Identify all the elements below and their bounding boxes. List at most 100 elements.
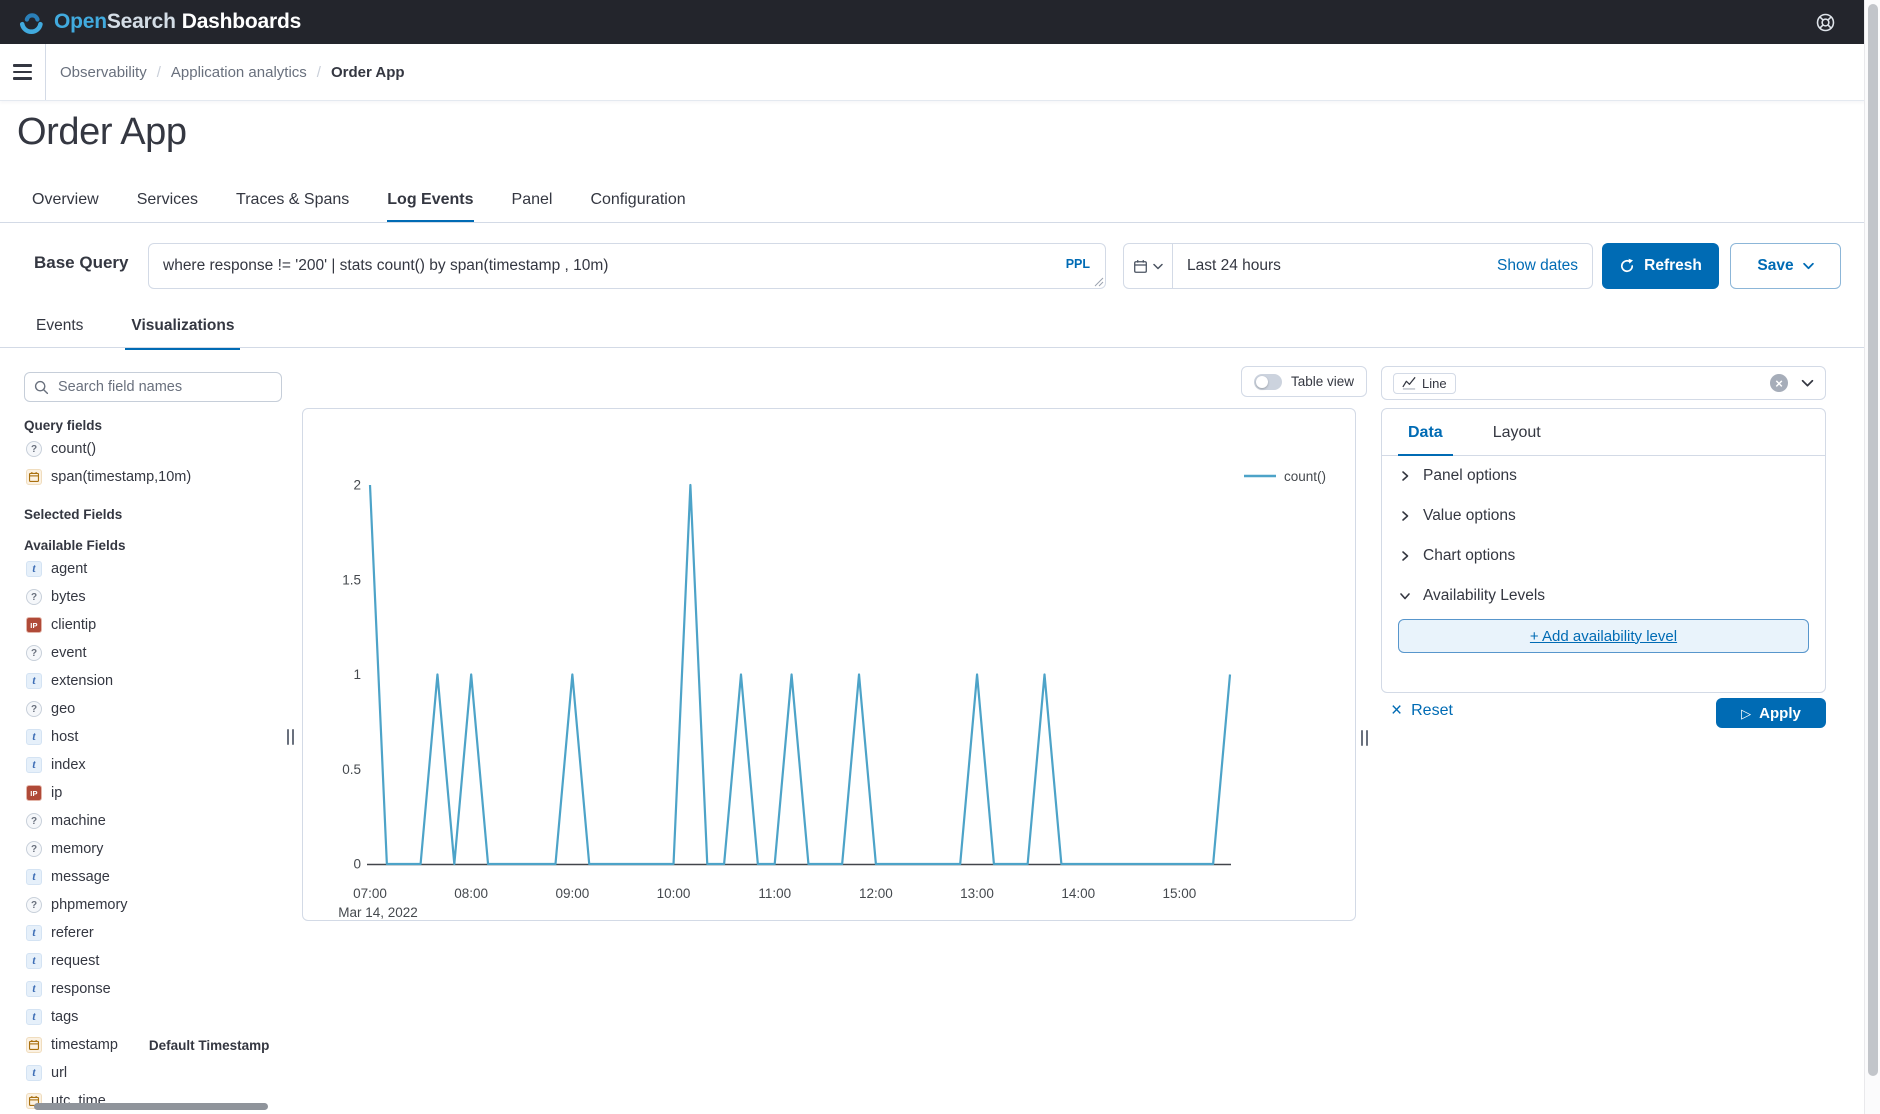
tab-services[interactable]: Services (137, 191, 198, 223)
accordion-value-options[interactable]: Value options (1398, 496, 1809, 536)
left-panel-resize-handle[interactable] (287, 729, 294, 745)
sub-tabs: Events Visualizations (30, 317, 240, 350)
breadcrumb-item-application-analytics[interactable]: Application analytics (171, 64, 307, 81)
field-name: index (51, 757, 86, 773)
tab-configuration[interactable]: Configuration (590, 191, 685, 223)
page-title: Order App (17, 111, 187, 154)
field-section-title: Query fields (24, 418, 282, 433)
table-view-toggle[interactable]: Table view (1241, 366, 1367, 397)
field-name: request (51, 953, 99, 969)
field-item-tags[interactable]: ttags (24, 1003, 282, 1031)
tab-overview[interactable]: Overview (32, 191, 99, 223)
field-name: referer (51, 925, 94, 941)
accordion-label: Value options (1423, 507, 1516, 525)
breadcrumb-item-observability[interactable]: Observability (60, 64, 147, 81)
field-item-index[interactable]: tindex (24, 751, 282, 779)
field-name: event (51, 645, 86, 661)
reset-button[interactable]: Reset (1391, 701, 1453, 721)
tab-traces-spans[interactable]: Traces & Spans (236, 191, 349, 223)
subtabs-divider (0, 347, 1864, 348)
breadcrumb-item-order-app: Order App (331, 64, 405, 81)
field-item-bytes[interactable]: ?bytes (24, 583, 282, 611)
svg-text:Mar 14, 2022: Mar 14, 2022 (338, 905, 418, 920)
field-name: memory (51, 841, 103, 857)
field-item-referer[interactable]: treferer (24, 919, 282, 947)
field-name: message (51, 869, 110, 885)
subtab-visualizations[interactable]: Visualizations (125, 317, 240, 350)
field-name: tags (51, 1009, 78, 1025)
field-item-host[interactable]: thost (24, 723, 282, 751)
time-range-value[interactable]: Last 24 hours (1173, 257, 1497, 275)
refresh-label: Refresh (1644, 257, 1702, 275)
refresh-button[interactable]: Refresh (1602, 243, 1719, 289)
field-item-clientip[interactable]: IPclientip (24, 611, 282, 639)
viz-type-select[interactable]: Line (1381, 366, 1826, 400)
field-item-url[interactable]: turl (24, 1059, 282, 1087)
config-tab-data[interactable]: Data (1398, 424, 1453, 456)
show-dates-button[interactable]: Show dates (1497, 257, 1592, 275)
chevron-down-icon[interactable] (1801, 379, 1814, 388)
field-item-agent[interactable]: tagent (24, 555, 282, 583)
field-name: response (51, 981, 111, 997)
breadcrumb: Observability/Application analytics/Orde… (60, 64, 405, 81)
field-item-memory[interactable]: ?memory (24, 835, 282, 863)
clear-selection-icon[interactable] (1770, 374, 1788, 392)
breadcrumb-separator: / (157, 64, 161, 81)
right-panel-resize-handle[interactable] (1361, 730, 1368, 746)
scrollbar-thumb[interactable] (1868, 4, 1878, 1076)
svg-text:14:00: 14:00 (1061, 886, 1095, 901)
field-item-message[interactable]: tmessage (24, 863, 282, 891)
svg-text:11:00: 11:00 (758, 886, 791, 901)
field-item-extension[interactable]: textension (24, 667, 282, 695)
help-icon[interactable] (1812, 9, 1838, 35)
field-item-count[interactable]: ? count() (24, 435, 282, 463)
field-item-machine[interactable]: ?machine (24, 807, 282, 835)
field-type-unknown-icon: ? (26, 589, 42, 605)
svg-text:0: 0 (353, 857, 361, 872)
accordion-availability-levels[interactable]: Availability Levels (1398, 576, 1809, 616)
field-item-request[interactable]: trequest (24, 947, 282, 975)
field-item-response[interactable]: tresponse (24, 975, 282, 1003)
add-availability-level-button[interactable]: + Add availability level (1398, 619, 1809, 653)
field-item-geo[interactable]: ?geo (24, 695, 282, 723)
field-name: geo (51, 701, 75, 717)
field-type-unknown-icon: ? (26, 645, 42, 661)
apply-button[interactable]: Apply (1716, 698, 1826, 728)
save-label: Save (1757, 257, 1793, 275)
viz-config-panel: Data Layout Panel options Value options Cha… (1381, 408, 1826, 693)
field-item-event[interactable]: ? event (24, 639, 282, 667)
window-scrollbar[interactable] (1864, 0, 1880, 1114)
tabs-divider (0, 222, 1864, 223)
chevron-down-icon (1803, 262, 1814, 270)
save-button[interactable]: Save (1730, 243, 1841, 289)
menu-button[interactable] (0, 44, 46, 100)
field-name: count() (51, 441, 96, 457)
accordion-chart-options[interactable]: Chart options (1398, 536, 1809, 576)
calendar-button[interactable] (1124, 244, 1173, 288)
config-tab-layout[interactable]: Layout (1483, 424, 1551, 456)
chevron-right-icon (1398, 469, 1412, 483)
field-name: phpmemory (51, 897, 128, 913)
viz-type-label: Line (1422, 376, 1447, 391)
tab-log-events[interactable]: Log Events (387, 191, 473, 223)
line-chart[interactable]: 00.511.5207:0008:0009:0010:0011:0012:001… (302, 408, 1356, 921)
field-type-unknown-icon: ? (26, 441, 42, 457)
accordion-list: Panel options Value options Chart optionsA… (1398, 456, 1809, 653)
field-item-phpmemory[interactable]: ?phpmemory (24, 891, 282, 919)
sidebar-horizontal-scrollbar[interactable] (34, 1103, 268, 1110)
query-resize-handle[interactable] (1094, 277, 1104, 287)
field-item-timestamp[interactable]: timestampDefault Timestamp (24, 1031, 282, 1059)
default-timestamp-badge: Default Timestamp (149, 1038, 270, 1053)
field-search-box (24, 372, 282, 402)
field-search-input[interactable] (56, 378, 281, 396)
field-item-span-timestamp-10m[interactable]: span(timestamp,10m) (24, 463, 282, 491)
field-name: host (51, 729, 78, 745)
tab-panel[interactable]: Panel (512, 191, 553, 223)
query-input[interactable] (148, 243, 1106, 289)
logo-dashboards: Dashboards (182, 10, 301, 33)
svg-text:08:00: 08:00 (454, 886, 488, 901)
subtab-events[interactable]: Events (30, 317, 89, 350)
field-item-ip[interactable]: IPip (24, 779, 282, 807)
accordion-panel-options[interactable]: Panel options (1398, 456, 1809, 496)
ppl-link[interactable]: PPL (1066, 257, 1090, 271)
